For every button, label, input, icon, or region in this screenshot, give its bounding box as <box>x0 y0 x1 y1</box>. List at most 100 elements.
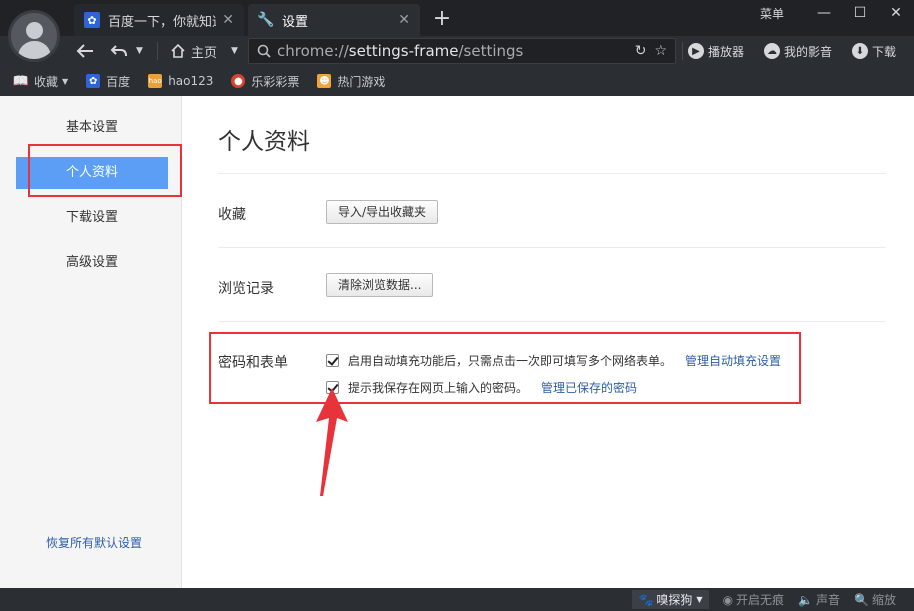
history-section-label: 浏览记录 <box>218 281 274 297</box>
tab-title: 设置 <box>282 14 309 30</box>
close-window-icon[interactable]: ✕ <box>878 5 914 21</box>
speaker-icon: 🔈 <box>798 592 814 607</box>
sound-button[interactable]: 🔈 声音 <box>798 591 840 608</box>
new-tab-button[interactable]: + <box>430 6 454 32</box>
divider <box>218 247 886 248</box>
home-label: 主页 <box>191 45 218 61</box>
manage-passwords-link[interactable]: 管理已保存的密码 <box>541 379 637 396</box>
bookmarks-bar: 📖 收藏 ▼ ✿ 百度 hao hao123 ● 乐彩彩票 ☻ 热门游戏 <box>0 66 914 96</box>
url-text[interactable]: chrome://settings-frame/settings <box>277 42 627 60</box>
maximize-icon[interactable]: ☐ <box>842 5 878 21</box>
eye-icon: ◉ <box>722 592 734 607</box>
menu-button[interactable]: 菜单 <box>760 5 784 22</box>
sniff-button[interactable]: 🐾 嗅探狗 ▼ <box>632 590 709 609</box>
page-title: 个人资料 <box>218 129 310 155</box>
sidebar-item-profile[interactable]: 个人资料 <box>16 157 168 189</box>
player-label: 播放器 <box>708 44 745 59</box>
chevron-down-icon: ▼ <box>62 76 69 86</box>
magnifier-icon: 🔍 <box>854 592 869 607</box>
bookmark-label: 百度 <box>106 74 131 89</box>
bookmark-baidu[interactable]: ✿ 百度 <box>86 73 130 90</box>
lottery-icon: ● <box>231 74 246 88</box>
chevron-down-icon[interactable]: ▼ <box>231 46 238 56</box>
close-icon[interactable]: ✕ <box>398 12 410 28</box>
bookmark-favorites[interactable]: 📖 收藏 ▼ <box>12 73 69 90</box>
autofill-checkbox[interactable] <box>326 354 339 367</box>
home-button[interactable]: 主页 ▼ <box>170 38 238 64</box>
back-arrow-icon[interactable] <box>76 38 94 64</box>
settings-sidebar: 基本设置 个人资料 下载设置 高级设置 恢复所有默认设置 <box>0 96 182 588</box>
undo-close-tab-icon[interactable] <box>110 38 128 64</box>
minimize-icon[interactable]: — <box>806 5 842 21</box>
user-avatar[interactable] <box>8 10 60 62</box>
bookmark-label: 乐彩彩票 <box>251 74 300 89</box>
save-password-checkbox[interactable] <box>326 381 339 394</box>
navigation-bar: ▼ 主页 ▼ chrome://settings-frame/settings … <box>0 36 914 66</box>
autofill-row: 启用自动填充功能后，只需点击一次即可填写多个网络表单。 管理自动填充设置 <box>326 352 781 369</box>
browser-toolbar: ✿ 百度一下，你就知道 ✕ 🔧 设置 ✕ + 菜单 — ☐ ✕ ▼ 主页 ▼ c… <box>0 0 914 96</box>
restore-defaults-link[interactable]: 恢复所有默认设置 <box>46 534 142 551</box>
bookmark-games[interactable]: ☻ 热门游戏 <box>317 73 385 90</box>
clear-browsing-data-button[interactable]: 清除浏览数据... <box>326 273 434 297</box>
url-path: /settings <box>458 42 524 60</box>
download-icon: ⬇ <box>852 43 868 59</box>
divider <box>218 321 886 322</box>
url-scheme: chrome:// <box>277 42 349 60</box>
refresh-icon[interactable]: ↻ <box>635 43 647 59</box>
bookmark-label: 热门游戏 <box>337 74 386 89</box>
autofill-text: 启用自动填充功能后，只需点击一次即可填写多个网络表单。 <box>348 354 673 368</box>
incognito-button[interactable]: ◉ 开启无痕 <box>723 591 785 608</box>
bookmark-label: hao123 <box>168 74 214 88</box>
sound-label: 声音 <box>816 593 841 607</box>
tab-title: 百度一下，你就知道 <box>108 14 217 30</box>
divider <box>157 42 158 60</box>
incognito-label: 开启无痕 <box>736 593 785 607</box>
hao123-icon: hao <box>148 74 163 88</box>
game-icon: ☻ <box>317 74 332 88</box>
wrench-icon: 🔧 <box>257 12 275 28</box>
zoom-button[interactable]: 🔍 缩放 <box>854 591 896 608</box>
my-videos-label: 我的影音 <box>784 44 833 59</box>
tab-baidu[interactable]: ✿ 百度一下，你就知道 ✕ <box>74 4 244 36</box>
download-label: 下载 <box>872 44 897 59</box>
settings-content: 个人资料 收藏 导入/导出收藏夹 浏览记录 清除浏览数据... 密码和表单 启用… <box>182 96 914 588</box>
avatar-head-shape <box>26 22 43 39</box>
bookmark-label: 收藏 <box>34 74 59 89</box>
bookmark-lottery[interactable]: ● 乐彩彩票 <box>231 73 299 90</box>
manage-autofill-link[interactable]: 管理自动填充设置 <box>685 352 781 369</box>
zoom-label: 缩放 <box>871 593 896 607</box>
import-export-favorites-button[interactable]: 导入/导出收藏夹 <box>326 200 439 224</box>
dog-icon: 🐾 <box>638 592 654 607</box>
cloud-icon: ☁ <box>764 43 780 59</box>
divider <box>682 42 683 60</box>
download-button[interactable]: ⬇ 下载 <box>852 38 896 64</box>
baidu-paw-icon: ✿ <box>84 12 100 28</box>
sniff-label: 嗅探狗 <box>656 593 693 607</box>
chevron-down-icon: ▼ <box>696 595 703 604</box>
my-videos-button[interactable]: ☁ 我的影音 <box>764 38 832 64</box>
bookmark-hao123[interactable]: hao hao123 <box>148 74 213 88</box>
save-password-text: 提示我保存在网页上输入的密码。 <box>348 381 529 395</box>
address-bar[interactable]: chrome://settings-frame/settings ↻ ☆ <box>248 38 676 64</box>
play-icon: ▶ <box>688 43 704 59</box>
avatar-body-shape <box>18 41 51 59</box>
passwords-section-label: 密码和表单 <box>218 355 288 371</box>
favorites-section-label: 收藏 <box>218 207 246 223</box>
book-icon: 📖 <box>12 73 30 89</box>
window-controls: 菜单 — ☐ ✕ <box>760 0 914 26</box>
close-icon[interactable]: ✕ <box>222 12 234 28</box>
search-icon <box>257 44 271 58</box>
chevron-down-icon[interactable]: ▼ <box>136 38 143 64</box>
baidu-paw-icon: ✿ <box>86 74 101 88</box>
sidebar-item-basic[interactable]: 基本设置 <box>16 112 168 144</box>
tab-settings[interactable]: 🔧 设置 ✕ <box>248 4 420 36</box>
status-bar: 🐾 嗅探狗 ▼ ◉ 开启无痕 🔈 声音 🔍 缩放 <box>0 588 914 611</box>
sidebar-item-advanced[interactable]: 高级设置 <box>16 247 168 279</box>
star-icon[interactable]: ☆ <box>654 43 667 59</box>
home-icon <box>171 43 185 58</box>
save-password-row: 提示我保存在网页上输入的密码。 管理已保存的密码 <box>326 379 637 396</box>
player-button[interactable]: ▶ 播放器 <box>688 38 744 64</box>
divider <box>218 173 886 174</box>
sidebar-item-download[interactable]: 下载设置 <box>16 202 168 234</box>
url-host: settings-frame <box>348 42 459 60</box>
